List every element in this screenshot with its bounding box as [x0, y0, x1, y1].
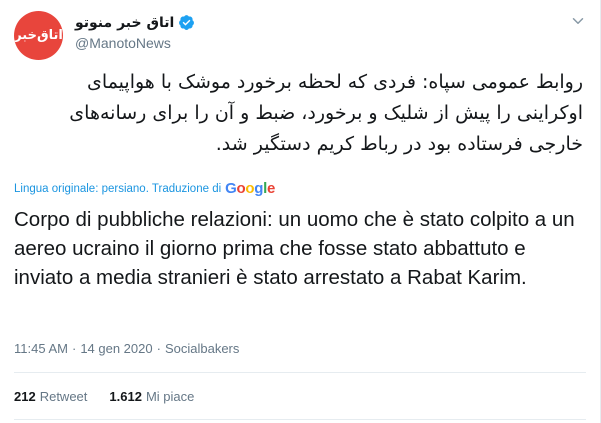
- tweet-source-link[interactable]: Socialbakers: [165, 341, 239, 356]
- retweets-count: 212: [14, 389, 36, 404]
- tweet-card: اتاق‌خبر اتاق خبر منوتو @ManotoNews رواب…: [0, 0, 601, 423]
- translation-label-link[interactable]: Lingua originale: persiano. Traduzione d…: [14, 183, 221, 195]
- avatar[interactable]: اتاق‌خبر: [14, 11, 63, 60]
- retweets-stat[interactable]: 212 Retweet: [14, 389, 87, 404]
- divider: [14, 419, 586, 420]
- likes-label: Mi piace: [145, 389, 195, 404]
- tweet-translated-text: Corpo di pubbliche relazioni: un uomo ch…: [14, 208, 575, 289]
- avatar-logo-text: اتاق‌خبر: [14, 28, 63, 43]
- separator-dot: ·: [71, 341, 77, 356]
- verified-badge-icon: [179, 15, 195, 30]
- tweet-time[interactable]: 11:45 AM: [14, 341, 68, 356]
- display-name[interactable]: اتاق خبر منوتو: [75, 15, 174, 31]
- account-handle[interactable]: @ManotoNews: [75, 35, 171, 51]
- tweet-date[interactable]: 14 gen 2020: [80, 341, 152, 356]
- divider: [14, 372, 586, 373]
- retweets-label: Retweet: [39, 389, 88, 404]
- chevron-down-icon[interactable]: [569, 12, 587, 30]
- google-logo[interactable]: Google: [225, 180, 275, 197]
- tweet-original-text: روابط عمومی سپاه: فردی که لحظه برخورد مو…: [69, 71, 583, 155]
- likes-stat[interactable]: 1.612 Mi piace: [109, 389, 194, 404]
- tweet-timestamp-line: 11:45 AM · 14 gen 2020 · Socialbakers: [14, 341, 239, 356]
- likes-count: 1.612: [109, 389, 142, 404]
- separator-dot: ·: [156, 341, 161, 356]
- account-name-row[interactable]: اتاق خبر منوتو: [75, 14, 195, 31]
- translation-attribution: Lingua originale: persiano. Traduzione d…: [14, 180, 275, 197]
- tweet-stats: 212 Retweet 1.612 Mi piace: [14, 389, 194, 404]
